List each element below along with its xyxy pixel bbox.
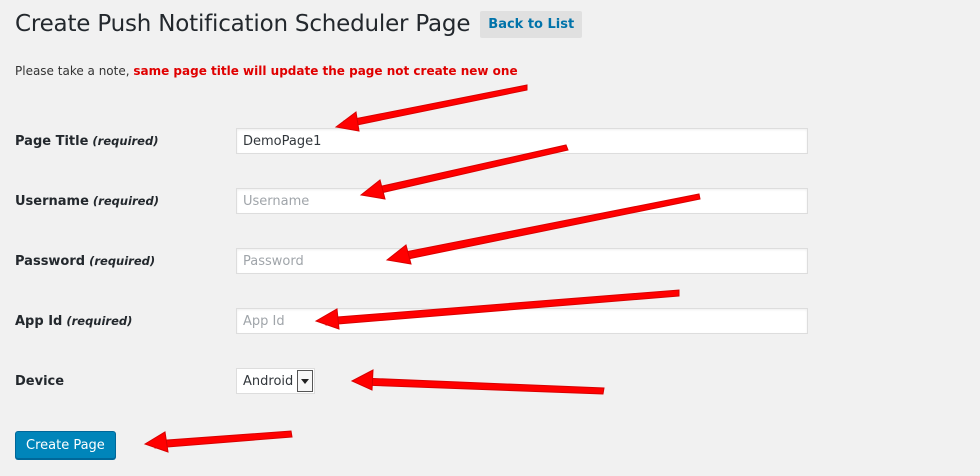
required-tag: (required) (66, 313, 133, 328)
notice-text: Please take a note, same page title will… (15, 64, 518, 78)
username-input[interactable] (236, 188, 808, 214)
app-id-label: App Id (required) (15, 314, 236, 329)
page-header: Create Push Notification Scheduler Page … (15, 10, 583, 38)
page-title-label-text: Page Title (15, 133, 89, 149)
page-title-row: Page Title (required) (15, 127, 825, 155)
create-page-button[interactable]: Create Page (15, 431, 116, 459)
device-row: Device Android (15, 367, 825, 395)
device-selected-value: Android (243, 373, 294, 389)
app-id-input[interactable] (236, 308, 808, 334)
page-title: Create Push Notification Scheduler Page (15, 10, 471, 37)
device-label: Device (15, 373, 65, 389)
app-id-row: App Id (required) (15, 307, 825, 335)
back-to-list-button[interactable]: Back to List (480, 11, 583, 38)
username-label-text: Username (15, 193, 89, 209)
notice-warning: same page title will update the page not… (133, 64, 518, 78)
required-tag: (required) (89, 253, 156, 268)
password-input[interactable] (236, 248, 808, 274)
username-row: Username (required) (15, 187, 825, 215)
required-tag: (required) (92, 193, 159, 208)
device-select[interactable]: Android (236, 368, 316, 394)
chevron-down-icon[interactable] (297, 370, 314, 392)
page-title-input[interactable] (236, 128, 808, 154)
required-tag: (required) (92, 133, 159, 148)
password-label-text: Password (15, 253, 86, 269)
username-label: Username (required) (15, 194, 236, 209)
arrow-icon (143, 430, 293, 453)
page-title-label: Page Title (required) (15, 134, 236, 149)
app-id-label-text: App Id (15, 313, 63, 329)
notice-prefix: Please take a note, (15, 64, 134, 78)
password-label: Password (required) (15, 254, 236, 269)
password-row: Password (required) (15, 247, 825, 275)
arrow-icon (334, 84, 528, 132)
